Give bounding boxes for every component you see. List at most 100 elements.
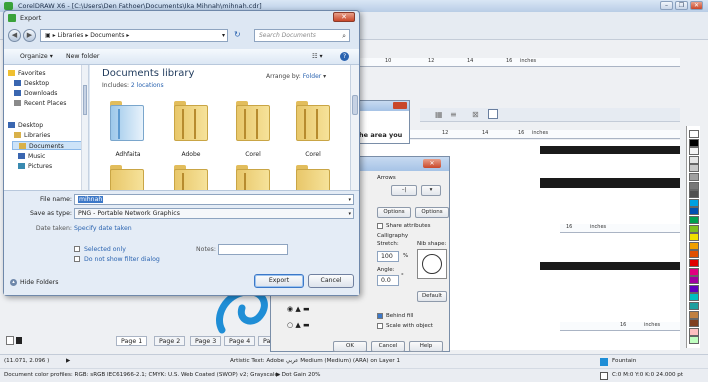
cancel-button[interactable]: Cancel — [371, 341, 405, 352]
forward-icon[interactable]: ▶ — [23, 29, 36, 42]
palette-swatch[interactable] — [689, 327, 699, 336]
palette-swatch[interactable] — [689, 164, 699, 173]
palette-swatch[interactable] — [689, 276, 699, 285]
palette-swatch[interactable] — [689, 181, 699, 190]
nav-desktop[interactable]: Desktop — [14, 79, 49, 88]
palette-swatch[interactable] — [689, 310, 699, 319]
folder-item[interactable] — [234, 165, 272, 190]
arrow-options-button-1[interactable]: Options — [377, 207, 411, 218]
corner-style-option[interactable]: ◉ ▲ ▬ — [287, 305, 310, 313]
folder-item-corel-2[interactable] — [294, 101, 332, 143]
palette-swatch[interactable] — [689, 216, 699, 224]
palette-swatch[interactable] — [689, 173, 699, 181]
palette-swatch[interactable] — [689, 155, 699, 164]
palette-swatch[interactable] — [689, 302, 699, 310]
color-palette[interactable] — [686, 126, 700, 348]
folder-item-adhfaita[interactable] — [108, 101, 146, 143]
arrow-start-select[interactable]: –| — [391, 185, 417, 196]
play-icon[interactable]: ▶ — [66, 358, 70, 364]
palette-swatch[interactable] — [689, 138, 699, 147]
close-icon[interactable]: ✕ — [423, 159, 441, 168]
close-button[interactable]: ✕ — [333, 12, 355, 22]
search-icon[interactable]: ⌕ — [342, 32, 346, 41]
palette-swatch[interactable] — [689, 293, 699, 302]
nav-recent-places[interactable]: Recent Places — [14, 99, 66, 108]
ok-button[interactable]: OK — [333, 341, 367, 352]
hide-folders-icon[interactable]: ▴ — [10, 279, 17, 286]
palette-swatch[interactable] — [689, 147, 699, 156]
folder-item-adobe[interactable] — [172, 101, 210, 143]
help-button[interactable]: Help — [409, 341, 443, 352]
folder-item[interactable] — [108, 165, 146, 190]
scroll-thumb[interactable] — [352, 95, 358, 115]
folder-item[interactable] — [172, 165, 210, 190]
palette-swatch[interactable] — [689, 241, 699, 250]
cancel-button[interactable]: Cancel — [308, 274, 354, 288]
hide-folders-button[interactable]: Hide Folders — [20, 279, 58, 286]
address-dropdown-icon[interactable]: ▾ — [222, 32, 225, 39]
page-nav-icon[interactable] — [6, 336, 14, 345]
export-button[interactable]: Export — [254, 274, 304, 288]
palette-swatch[interactable] — [689, 207, 699, 216]
page-tab-4[interactable]: Page 4 — [224, 336, 256, 346]
close-button[interactable]: ✕ — [690, 1, 703, 10]
refresh-icon[interactable]: ↻ — [234, 30, 241, 39]
angle-input[interactable]: 0.0 — [377, 275, 399, 286]
search-input[interactable]: Search Documents ⌕ — [254, 29, 350, 42]
scale-with-object-checkbox[interactable] — [377, 323, 383, 329]
no-filter-dialog-checkbox[interactable] — [74, 256, 80, 262]
minimize-button[interactable]: – — [660, 1, 673, 10]
share-attributes-checkbox[interactable] — [377, 223, 383, 229]
palette-swatch[interactable] — [689, 267, 699, 276]
save-type-select[interactable]: PNG - Portable Network Graphics ▾ — [74, 208, 354, 219]
page-tab-1[interactable]: Page 1 — [116, 336, 148, 346]
new-folder-button[interactable]: New folder — [66, 53, 99, 60]
nib-shape-preview[interactable] — [417, 249, 447, 279]
nav-pictures[interactable]: Pictures — [18, 162, 52, 171]
default-button[interactable]: Default — [417, 291, 447, 302]
play-icon[interactable]: ▶ — [276, 372, 280, 378]
help-icon[interactable]: ? — [340, 52, 349, 61]
palette-swatch[interactable] — [689, 190, 699, 199]
page-tab-3[interactable]: Page 3 — [190, 336, 222, 346]
nav-libraries[interactable]: Libraries — [14, 131, 50, 140]
date-taken-link[interactable]: Specify date taken — [74, 225, 132, 232]
palette-swatch[interactable] — [689, 284, 699, 293]
palette-swatch[interactable] — [689, 250, 699, 259]
nav-downloads[interactable]: Downloads — [14, 89, 57, 98]
folder-item-corel[interactable] — [234, 101, 272, 143]
notes-input[interactable] — [218, 244, 288, 255]
breadcrumb-libraries[interactable]: Libraries — [58, 32, 84, 39]
palette-swatch[interactable] — [689, 198, 699, 207]
palette-swatch[interactable] — [689, 336, 699, 345]
options-icon[interactable] — [488, 109, 498, 119]
nav-music[interactable]: Music — [18, 152, 45, 161]
arrow-options-button-2[interactable]: Options — [415, 207, 449, 218]
includes-link[interactable]: 2 locations — [131, 82, 164, 89]
page-tab-2[interactable]: Page 2 — [154, 336, 186, 346]
behind-fill-checkbox[interactable] — [377, 313, 383, 319]
palette-swatch[interactable] — [689, 224, 699, 233]
palette-swatch[interactable] — [689, 130, 699, 138]
nav-favorites[interactable]: Favorites — [8, 69, 46, 78]
nav-documents[interactable]: Documents — [12, 141, 86, 150]
nav-pane-scrollbar[interactable] — [81, 65, 88, 190]
stretch-input[interactable]: 100 — [377, 251, 399, 262]
folder-item[interactable] — [294, 165, 332, 190]
palette-swatch[interactable] — [689, 319, 699, 328]
nav-desktop-root[interactable]: Desktop — [8, 121, 43, 130]
restore-button[interactable]: ❐ — [675, 1, 688, 10]
snap-icon[interactable]: ⊠ — [472, 110, 479, 119]
nav-scroll-thumb[interactable] — [83, 85, 87, 115]
arrow-end-select[interactable]: ▾ — [421, 185, 441, 196]
corner-style-option[interactable]: ○ ▲ ▬ — [287, 321, 310, 329]
arrange-by-dropdown[interactable]: Folder — [303, 73, 322, 80]
address-bar[interactable]: ▣ ▸ Libraries ▸ Documents ▸ ▾ — [40, 29, 228, 42]
page-nav-icon[interactable] — [16, 337, 22, 344]
grid-icon[interactable]: ▦ — [435, 110, 443, 119]
selected-only-checkbox[interactable] — [74, 246, 80, 252]
palette-swatch[interactable] — [689, 233, 699, 242]
align-icon[interactable]: ≡ — [450, 110, 457, 119]
palette-swatch[interactable] — [689, 259, 699, 267]
dropdown-icon[interactable]: ▾ — [348, 196, 351, 205]
